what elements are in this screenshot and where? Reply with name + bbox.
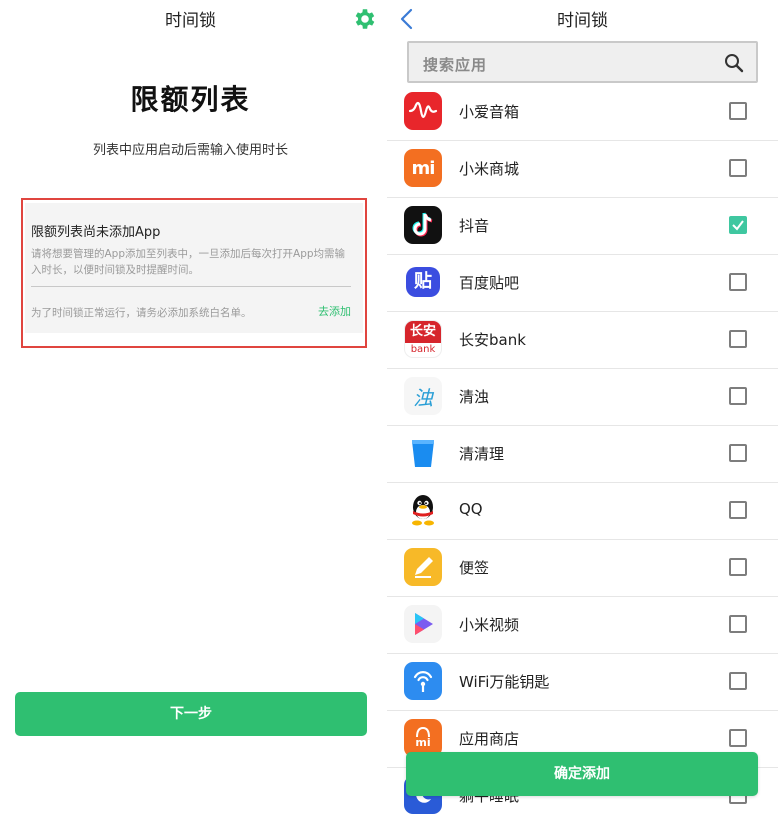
go-add-link[interactable]: 去添加 xyxy=(318,303,351,319)
app-name: 抖音 xyxy=(459,217,490,235)
xiaoai-speaker-icon xyxy=(404,92,442,130)
list-item[interactable]: 长安 bank 长安bank xyxy=(387,312,778,369)
limit-list-screen: 时间锁 限额列表 列表中应用启动后需输入使用时长 限额列表尚未添加App 请将想… xyxy=(0,0,381,816)
qingzhuo-glyph: 浊 xyxy=(413,385,433,410)
app-name: 长安bank xyxy=(459,331,526,349)
app-checkbox[interactable] xyxy=(729,501,747,519)
app-name: 小爱音箱 xyxy=(459,103,520,121)
list-item[interactable]: 小爱音箱 xyxy=(387,84,778,141)
next-step-button[interactable]: 下一步 xyxy=(15,692,367,736)
mi-logo-text: mi xyxy=(411,157,436,179)
app-checkbox[interactable] xyxy=(729,672,747,690)
changan-top-text: 长安 xyxy=(405,321,441,343)
list-item[interactable]: 便签 xyxy=(387,540,778,597)
card-heading: 限额列表尚未添加App xyxy=(31,225,161,240)
app-name: 小米视频 xyxy=(459,616,520,634)
search-icon[interactable] xyxy=(724,53,744,73)
app-checkbox[interactable] xyxy=(729,387,747,405)
list-item[interactable]: 清清理 xyxy=(387,426,778,483)
subtitle: 列表中应用启动后需输入使用时长 xyxy=(92,143,288,158)
qingzhuo-icon: 浊 xyxy=(404,377,442,415)
cleaner-bucket-icon xyxy=(404,434,442,472)
search-input[interactable]: 搜索应用 xyxy=(423,54,487,75)
baidu-tieba-icon: 贴 xyxy=(404,263,442,301)
app-picker-screen: 时间锁 搜索应用 小爱音箱 mi 小米商城 抖音 贴 百度贴吧 长安 bank … xyxy=(387,0,778,816)
page-title: 时间锁 xyxy=(165,11,216,31)
app-name: 清浊 xyxy=(459,388,490,406)
changan-bottom-text: bank xyxy=(410,344,436,355)
mi-store-icon: mi xyxy=(404,149,442,187)
list-item[interactable]: mi 小米商城 xyxy=(387,141,778,198)
confirm-add-button[interactable]: 确定添加 xyxy=(406,752,758,796)
list-item[interactable]: 小米视频 xyxy=(387,597,778,654)
app-name: 小米商城 xyxy=(459,160,520,178)
app-name: 清清理 xyxy=(459,445,505,463)
app-checkbox[interactable] xyxy=(729,102,747,120)
app-checkbox[interactable] xyxy=(729,558,747,576)
app-name: 百度贴吧 xyxy=(459,274,520,292)
app-checkbox[interactable] xyxy=(729,330,747,348)
app-checkbox[interactable] xyxy=(729,273,747,291)
app-checkbox[interactable] xyxy=(729,615,747,633)
app-checkbox-checked[interactable] xyxy=(729,216,747,234)
wifi-key-icon xyxy=(404,662,442,700)
whitelist-note: 为了时间锁正常运行，请务必添加系统白名单。 xyxy=(31,307,252,319)
app-name: 便签 xyxy=(459,559,490,577)
gear-icon[interactable] xyxy=(352,6,378,32)
app-checkbox[interactable] xyxy=(729,159,747,177)
list-item[interactable]: 贴 百度贴吧 xyxy=(387,255,778,312)
card-description: 请将想要管理的App添加至列表中，一旦添加后每次打开App均需输入时长，以便时间… xyxy=(31,248,346,276)
changan-bank-icon: 长安 bank xyxy=(404,320,442,358)
douyin-icon xyxy=(404,206,442,244)
mi-video-icon xyxy=(404,605,442,643)
tieba-badge: 贴 xyxy=(406,267,440,297)
list-item[interactable]: 抖音 xyxy=(387,198,778,255)
app-name: QQ xyxy=(459,500,483,518)
heading: 限额列表 xyxy=(130,83,251,116)
divider xyxy=(31,286,351,287)
empty-list-card: 限额列表尚未添加App 请将想要管理的App添加至列表中，一旦添加后每次打开Ap… xyxy=(25,203,363,333)
app-checkbox[interactable] xyxy=(729,444,747,462)
app-name: WiFi万能钥匙 xyxy=(459,673,550,691)
notes-pencil-icon xyxy=(404,548,442,586)
list-item[interactable]: 浊 清浊 xyxy=(387,369,778,426)
page-title: 时间锁 xyxy=(557,11,608,31)
qq-penguin-icon xyxy=(404,491,442,529)
list-item[interactable]: WiFi万能钥匙 xyxy=(387,654,778,711)
checkmark-icon xyxy=(732,220,744,231)
list-item[interactable]: QQ xyxy=(387,483,778,540)
store-mi-text: mi xyxy=(415,736,431,749)
app-name: 应用商店 xyxy=(459,730,520,748)
app-checkbox[interactable] xyxy=(729,729,747,747)
search-bar[interactable]: 搜索应用 xyxy=(407,41,758,83)
